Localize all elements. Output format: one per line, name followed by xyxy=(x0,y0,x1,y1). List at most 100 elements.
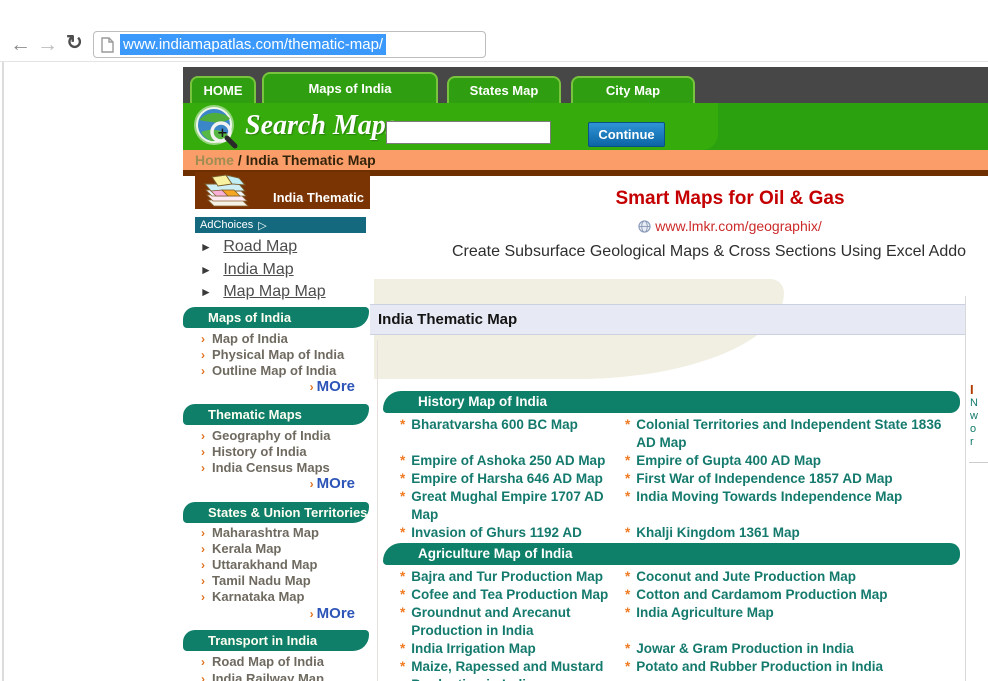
sidebar-item-maharashtra-map[interactable]: › Maharashtra Map xyxy=(201,525,319,540)
sidebar-item-uttarakhand-map[interactable]: › Uttarakhand Map xyxy=(201,557,317,572)
map-link[interactable]: * Colonial Territories and Independent St… xyxy=(625,416,960,452)
chevron-bullet-icon: › xyxy=(201,526,205,540)
more-link-states[interactable]: › MOre xyxy=(183,605,355,622)
viewport-edge xyxy=(2,62,4,681)
svg-text:+: + xyxy=(217,126,228,141)
url-bar[interactable]: www.indiamapatlas.com/thematic-map/ xyxy=(93,31,486,58)
back-icon[interactable]: ← xyxy=(10,34,31,55)
sidebar-item-karnataka-map[interactable]: › Karnataka Map xyxy=(201,589,304,604)
sidebar-brand-label: India Thematic xyxy=(272,190,364,205)
breadcrumb-separator: / xyxy=(237,152,242,168)
map-link[interactable]: * Khalji Kingdom 1361 Map xyxy=(625,524,960,542)
content-left-border xyxy=(377,340,378,681)
asterisk-bullet-icon: * xyxy=(400,641,406,656)
asterisk-bullet-icon: * xyxy=(400,417,406,432)
ad-link-india-map[interactable]: ► India Map xyxy=(200,261,294,279)
asterisk-bullet-icon: * xyxy=(625,569,631,584)
sidebar-item-kerala-map[interactable]: › Kerala Map xyxy=(201,541,281,556)
more-link-thematic-maps[interactable]: › MOre xyxy=(183,475,355,492)
tab-city-map[interactable]: City Map xyxy=(571,76,695,103)
map-link[interactable]: * Jowar & Gram Production in India xyxy=(625,640,960,658)
page-icon xyxy=(101,36,114,53)
sidebar-section-transport[interactable]: Transport in India xyxy=(183,630,369,651)
map-link[interactable]: * Empire of Ashoka 250 AD Map xyxy=(400,452,625,470)
map-link[interactable]: * Coconut and Jute Production Map xyxy=(625,568,960,586)
sidebar-item-geography-of-india[interactable]: › Geography of India xyxy=(201,428,330,443)
map-link[interactable]: * Great Mughal Empire 1707 AD Map xyxy=(400,488,625,524)
chevron-bullet-icon: › xyxy=(201,542,205,556)
map-link[interactable]: * India Irrigation Map xyxy=(400,640,625,658)
ad-url-line[interactable]: www.lmkr.com/geographix/ xyxy=(430,218,988,236)
sidebar-item-history-of-india[interactable]: › History of India xyxy=(201,444,307,459)
continue-button[interactable]: Continue xyxy=(588,122,665,147)
asterisk-bullet-icon: * xyxy=(400,471,406,486)
asterisk-bullet-icon: * xyxy=(625,525,631,540)
breadcrumb-home-link[interactable]: Home xyxy=(195,152,234,168)
sidebar-item-physical-map[interactable]: › Physical Map of India xyxy=(201,347,344,362)
map-link[interactable]: * India Moving Towards Independence Map xyxy=(625,488,960,524)
main-nav: HOME Maps of India States Map City Map xyxy=(183,67,988,103)
ad-link-map-map-map[interactable]: ► Map Map Map xyxy=(200,283,326,301)
right-rail-clipped-text: I N w o r xyxy=(970,382,978,448)
sidebar-item-tamil-nadu-map[interactable]: › Tamil Nadu Map xyxy=(201,573,311,588)
sidebar-item-road-map-of-india[interactable]: › Road Map of India xyxy=(201,654,324,669)
chevron-bullet-icon: › xyxy=(201,332,205,346)
map-link[interactable]: * First War of Independence 1857 AD Map xyxy=(625,470,960,488)
section-header-history: History Map of India xyxy=(383,391,960,413)
asterisk-bullet-icon: * xyxy=(625,605,631,620)
url-text[interactable]: www.indiamapatlas.com/thematic-map/ xyxy=(120,34,387,55)
asterisk-bullet-icon: * xyxy=(625,417,631,432)
page-title: India Thematic Map xyxy=(370,304,965,335)
map-link[interactable]: * India Agriculture Map xyxy=(625,604,960,640)
sidebar-section-states-union[interactable]: States & Union Territories xyxy=(183,502,369,523)
ad-link-road-map[interactable]: ► Road Map xyxy=(200,238,297,256)
map-link[interactable]: * Bajra and Tur Production Map xyxy=(400,568,625,586)
globe-search-icon: + xyxy=(191,104,241,154)
map-link[interactable]: * Potato and Rubber Production in India xyxy=(625,658,960,681)
map-link[interactable]: * Empire of Gupta 400 AD Map xyxy=(625,452,960,470)
sidebar-section-thematic-maps[interactable]: Thematic Maps xyxy=(183,404,369,425)
chevron-bullet-icon: › xyxy=(309,380,314,394)
map-link[interactable]: *Maize, Rapessed and Mustard Production … xyxy=(400,658,625,681)
sidebar-section-maps-of-india[interactable]: Maps of India xyxy=(183,307,369,328)
search-maps-label: Search Maps xyxy=(245,110,397,141)
map-link[interactable]: * Invasion of Ghurs 1192 AD xyxy=(400,524,625,542)
tab-states-map[interactable]: States Map xyxy=(447,76,561,103)
asterisk-bullet-icon: * xyxy=(625,489,631,504)
asterisk-bullet-icon: * xyxy=(400,525,406,540)
asterisk-bullet-icon: * xyxy=(400,605,406,620)
arrow-right-icon: ► xyxy=(200,285,212,299)
chevron-bullet-icon: › xyxy=(201,574,205,588)
breadcrumb-current: India Thematic Map xyxy=(245,152,376,168)
asterisk-bullet-icon: * xyxy=(625,587,631,602)
chevron-bullet-icon: › xyxy=(201,655,205,669)
map-link[interactable]: * Cotton and Cardamom Production Map xyxy=(625,586,960,604)
asterisk-bullet-icon: * xyxy=(400,587,406,602)
tab-home[interactable]: HOME xyxy=(190,76,256,103)
asterisk-bullet-icon: * xyxy=(625,453,631,468)
sidebar-item-map-of-india[interactable]: › Map of India xyxy=(201,331,288,346)
chevron-bullet-icon: › xyxy=(309,607,314,621)
right-rail-rule xyxy=(969,462,988,463)
chevron-bullet-icon: › xyxy=(201,672,205,681)
chevron-bullet-icon: › xyxy=(201,461,205,475)
sidebar-brand[interactable]: India Thematic xyxy=(195,172,370,209)
sidebar-item-outline-map[interactable]: › Outline Map of India xyxy=(201,363,336,378)
arrow-right-icon: ► xyxy=(200,240,212,254)
asterisk-bullet-icon: * xyxy=(400,659,406,674)
more-link-maps-of-india[interactable]: › MOre xyxy=(183,378,355,395)
map-link[interactable]: * Cofee and Tea Production Map xyxy=(400,586,625,604)
refresh-icon[interactable]: ↻ xyxy=(66,33,83,53)
search-input[interactable] xyxy=(386,121,551,144)
adchoices-bar[interactable]: AdChoices ▷ xyxy=(195,217,366,233)
ad-headline[interactable]: Smart Maps for Oil & Gas xyxy=(430,188,988,210)
ad-description: Create Subsurface Geological Maps & Cros… xyxy=(452,243,967,260)
map-link[interactable]: * Groundnut and Arecanut Production in In… xyxy=(400,604,625,640)
tab-maps-of-india[interactable]: Maps of India xyxy=(262,72,438,103)
map-link[interactable]: * Bharatvarsha 600 BC Map xyxy=(400,416,625,452)
sidebar-item-india-census-maps[interactable]: › India Census Maps xyxy=(201,460,330,475)
sidebar-item-india-railway-map[interactable]: › India Railway Map xyxy=(201,671,324,681)
map-link[interactable]: * Empire of Harsha 646 AD Map xyxy=(400,470,625,488)
asterisk-bullet-icon: * xyxy=(625,471,631,486)
forward-icon[interactable]: → xyxy=(37,34,58,55)
